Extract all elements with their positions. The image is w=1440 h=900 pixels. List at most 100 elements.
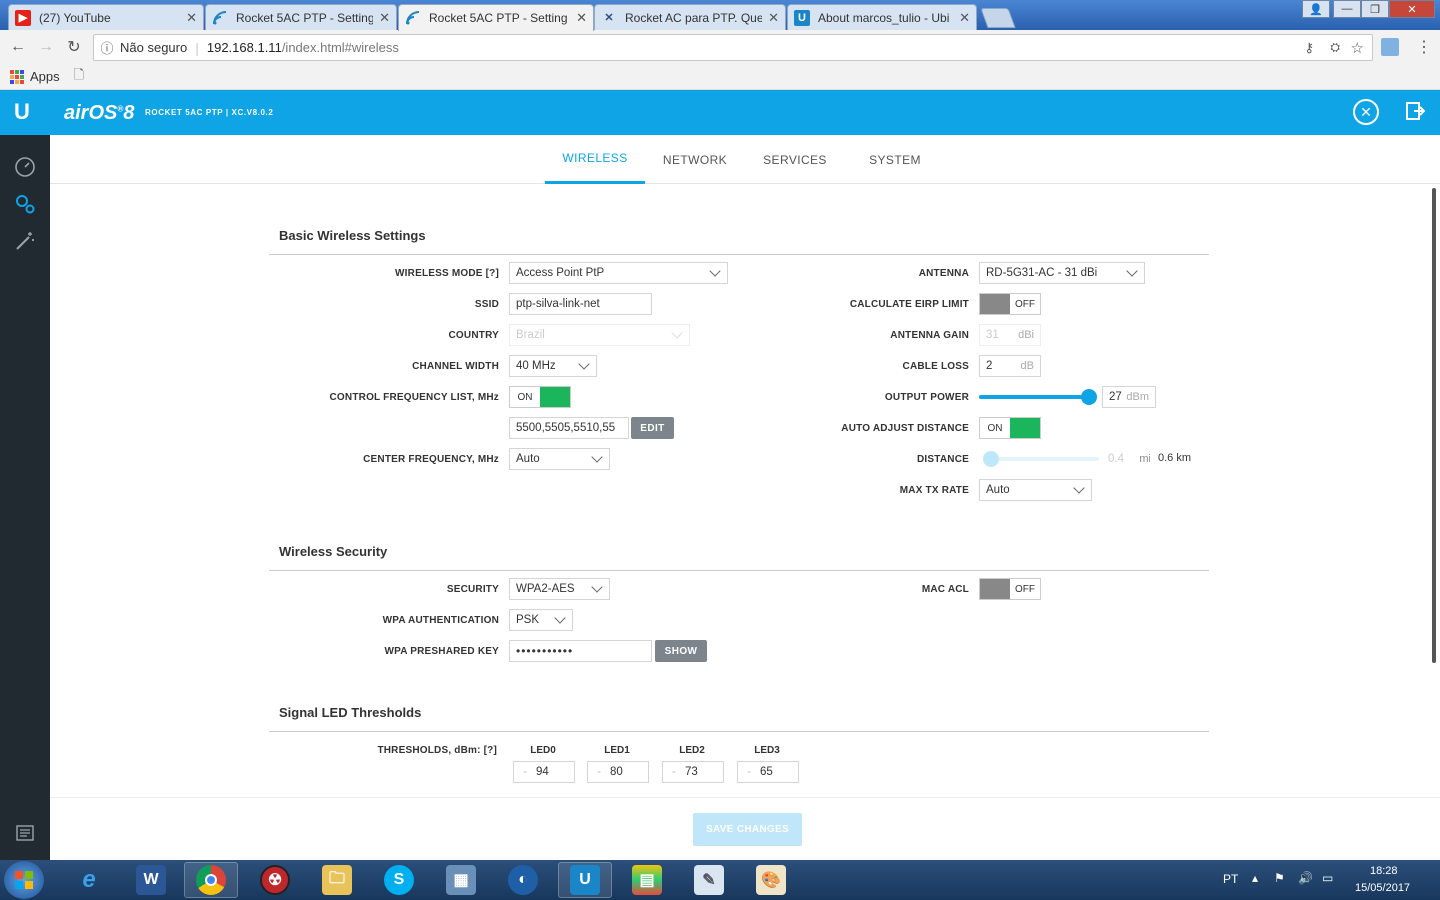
edit-button[interactable]: EDIT (631, 417, 674, 439)
control-panel-icon[interactable]: ▦ (434, 862, 488, 898)
app-header: U airOS®8 ROCKET 5AC PTP | XC.V8.0.2 ✕ (0, 90, 1440, 135)
close-tab-icon[interactable]: ✕ (379, 10, 390, 26)
settings-icon[interactable] (13, 192, 37, 216)
tab-services[interactable]: SERVICES (745, 135, 845, 184)
ie-icon[interactable]: e (62, 862, 116, 898)
back-icon[interactable]: ← (8, 37, 28, 57)
wpa-preshared-key-input[interactable]: ••••••••••• (509, 640, 652, 662)
reload-icon[interactable]: ↻ (64, 37, 84, 57)
tab-network[interactable]: NETWORK (645, 135, 745, 184)
clock-date[interactable]: 15/05/2017 (1355, 882, 1410, 894)
browser-tab-youtube[interactable]: ▶ (27) YouTube ✕ (8, 4, 204, 30)
control-frequency-toggle[interactable]: ON (509, 386, 571, 408)
bookmarks-bar: Apps 🗋 (0, 64, 1440, 90)
network-app-icon[interactable]: ◐ (496, 862, 550, 898)
key-icon[interactable]: ⚷ (1304, 40, 1314, 56)
paint-icon[interactable]: 🎨 (744, 862, 798, 898)
wand-icon[interactable] (13, 229, 37, 253)
mac-acl-label: MAC ACL (921, 584, 969, 595)
x-icon: ✕ (604, 12, 614, 24)
settings-tabs: WIRELESS NETWORK SERVICES SYSTEM (50, 135, 1440, 184)
minimize-button[interactable]: — (1333, 0, 1361, 18)
maximize-button[interactable]: ❐ (1361, 0, 1389, 18)
wpa-authentication-select[interactable]: PSK (509, 609, 573, 631)
forward-icon[interactable]: → (36, 37, 56, 57)
user-icon[interactable]: 👤 (1302, 0, 1330, 18)
bluestacks-icon[interactable]: ▤ (620, 862, 674, 898)
chrome-icon[interactable] (184, 862, 238, 898)
logout-icon[interactable] (1404, 100, 1426, 122)
explorer-icon[interactable]: 🗀 (310, 862, 364, 898)
channel-width-select[interactable]: 40 MHz (509, 355, 597, 377)
star-icon[interactable]: ☆ (1351, 39, 1364, 57)
mac-acl-toggle[interactable]: OFF (979, 578, 1041, 600)
tools-icon[interactable]: ✕ (1353, 99, 1379, 125)
app-red-icon[interactable]: ☢ (248, 862, 302, 898)
ubiquiti-app-icon[interactable]: U (558, 862, 612, 898)
tab-system[interactable]: SYSTEM (845, 135, 945, 184)
translate-icon[interactable]: ⛭ (1330, 40, 1340, 55)
clock-time[interactable]: 18:28 (1370, 865, 1398, 877)
url-host: 192.168.1.11 (206, 40, 282, 55)
browser-tab-rocket-1[interactable]: Rocket 5AC PTP - Setting ✕ (205, 4, 397, 30)
dashboard-icon[interactable] (13, 155, 37, 179)
tray-arrow-icon[interactable]: ▴ (1252, 871, 1258, 885)
led2-input[interactable]: -73 (662, 761, 724, 783)
output-power-label: OUTPUT POWER (884, 392, 969, 403)
ssid-input[interactable]: ptp-silva-link-net (509, 293, 652, 315)
browser-tab-rocket-active[interactable]: Rocket 5AC PTP - Setting ✕ (398, 4, 594, 31)
close-tab-icon[interactable]: ✕ (576, 10, 587, 26)
tab-wireless[interactable]: WIRELESS (545, 135, 645, 184)
info-icon[interactable]: ⓘ (94, 38, 120, 57)
new-tab-button[interactable] (980, 8, 1016, 28)
save-changes-button[interactable]: SAVE CHANGES (693, 813, 802, 846)
antenna-select[interactable]: RD-5G31-AC - 31 dBi (979, 262, 1145, 284)
page-icon[interactable]: 🗋 (74, 66, 84, 88)
browser-tab-rocket-ptp[interactable]: ✕ Rocket AC para PTP. Que ✕ (594, 4, 786, 30)
cable-loss-input[interactable]: 2 dB (979, 355, 1041, 377)
led1-input[interactable]: -80 (587, 761, 649, 783)
close-tab-icon[interactable]: ✕ (959, 10, 970, 26)
close-tab-icon[interactable]: ✕ (186, 10, 197, 26)
log-icon[interactable] (13, 821, 37, 845)
eirp-limit-toggle[interactable]: OFF (979, 293, 1041, 315)
distance-slider[interactable] (983, 457, 1099, 461)
output-power-input[interactable]: 27 dBm (1102, 386, 1156, 408)
distance-label: DISTANCE (917, 454, 969, 465)
network-icon[interactable]: ▭ (1322, 871, 1333, 885)
wireless-mode-select[interactable]: Access Point PtP (509, 262, 728, 284)
volume-icon[interactable]: 🔊 (1298, 871, 1313, 885)
language-indicator[interactable]: PT (1223, 872, 1238, 886)
browser-tab-about[interactable]: U About marcos_tulio - Ubi ✕ (787, 4, 977, 30)
led0-input[interactable]: -94 (513, 761, 575, 783)
address-toolbar: ← → ↻ ⓘ Não seguro | 192.168.1.11 /index… (0, 30, 1440, 64)
url-bar[interactable]: ⓘ Não seguro | 192.168.1.11 /index.html#… (93, 34, 1373, 61)
scrollbar[interactable] (1432, 188, 1436, 663)
led3-input[interactable]: -65 (737, 761, 799, 783)
auto-adjust-distance-toggle[interactable]: ON (979, 417, 1041, 439)
center-frequency-select[interactable]: Auto (509, 448, 610, 470)
country-select[interactable]: Brazil (509, 324, 690, 346)
thresholds-label: THRESHOLDS, dBm: [?] (377, 745, 497, 756)
max-tx-rate-select[interactable]: Auto (979, 479, 1092, 501)
frequency-list-input[interactable]: 5500,5505,5510,55 (509, 417, 629, 439)
extension-icon[interactable] (1381, 38, 1399, 56)
notes-icon[interactable]: ✎ (682, 862, 736, 898)
output-power-knob[interactable] (1081, 389, 1097, 405)
show-key-button[interactable]: SHOW (655, 640, 707, 662)
close-tab-icon[interactable]: ✕ (768, 10, 779, 26)
word-icon[interactable]: W (124, 862, 178, 898)
antenna-gain-input[interactable]: 31 dBi (979, 324, 1041, 346)
start-button[interactable] (4, 861, 44, 899)
wpa-preshared-key-label: WPA PRESHARED KEY (384, 646, 499, 657)
distance-mi-input[interactable]: 0.4mi. (1102, 448, 1150, 470)
distance-knob[interactable] (983, 451, 999, 467)
action-center-icon[interactable]: ⚑ (1274, 871, 1285, 885)
skype-icon[interactable]: S (372, 862, 426, 898)
window-close-button[interactable]: ✕ (1389, 0, 1435, 18)
antenna-gain-label: ANTENNA GAIN (890, 330, 969, 341)
country-label: COUNTRY (448, 330, 499, 341)
apps-bookmark[interactable]: Apps (30, 69, 60, 84)
security-select[interactable]: WPA2-AES (509, 578, 610, 600)
menu-icon[interactable]: ⋮ (1416, 37, 1432, 57)
